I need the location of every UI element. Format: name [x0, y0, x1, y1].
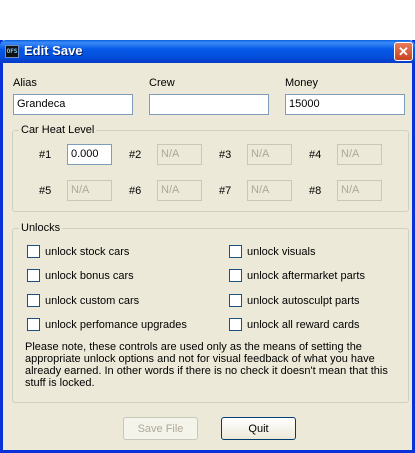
unlock-autosculpt-parts-checkbox[interactable] [229, 294, 242, 307]
car-1-heat-input[interactable]: 0.000 [67, 144, 112, 165]
car-6-heat-input: N/A [157, 180, 202, 201]
crew-label: Crew [149, 77, 175, 89]
car-heat-title: Car Heat Level [19, 124, 97, 136]
car-8-label: #8 [309, 185, 322, 197]
unlock-performance-upgrades-label[interactable]: unlock perfomance upgrades [45, 319, 187, 331]
money-input[interactable]: 15000 [285, 94, 405, 115]
unlock-aftermarket-parts-label[interactable]: unlock aftermarket parts [247, 270, 365, 282]
unlocks-note: Please note, these controls are used onl… [25, 341, 388, 389]
money-label: Money [285, 77, 319, 89]
app-icon: OFS [5, 45, 19, 58]
unlock-all-reward-cards-label[interactable]: unlock all reward cards [247, 319, 360, 331]
crew-input[interactable] [149, 94, 269, 115]
unlock-custom-cars-label[interactable]: unlock custom cars [45, 295, 139, 307]
car-1-label: #1 [39, 149, 52, 161]
unlock-autosculpt-parts-label[interactable]: unlock autosculpt parts [247, 295, 360, 307]
car-7-label: #7 [219, 185, 232, 197]
car-4-heat-input: N/A [337, 144, 382, 165]
car-2-heat-input: N/A [157, 144, 202, 165]
car-3-label: #3 [219, 149, 232, 161]
unlock-visuals-checkbox[interactable] [229, 245, 242, 258]
save-file-button[interactable]: Save File [123, 417, 198, 440]
unlock-all-reward-cards-checkbox[interactable] [229, 318, 242, 331]
car-5-label: #5 [39, 185, 52, 197]
unlock-aftermarket-parts-checkbox[interactable] [229, 269, 242, 282]
car-3-heat-input: N/A [247, 144, 292, 165]
window-title: Edit Save [24, 43, 83, 58]
edit-save-window: OFS Edit Save ✕ Alias Grandeca Crew Mone… [0, 40, 415, 453]
car-2-label: #2 [129, 149, 142, 161]
car-5-heat-input: N/A [67, 180, 112, 201]
car-6-label: #6 [129, 185, 142, 197]
alias-label: Alias [13, 77, 37, 89]
unlock-custom-cars-checkbox[interactable] [27, 294, 40, 307]
unlock-stock-cars-label[interactable]: unlock stock cars [45, 246, 129, 258]
unlock-bonus-cars-label[interactable]: unlock bonus cars [45, 270, 134, 282]
car-4-label: #4 [309, 149, 322, 161]
unlock-performance-upgrades-checkbox[interactable] [27, 318, 40, 331]
unlock-bonus-cars-checkbox[interactable] [27, 269, 40, 282]
unlock-stock-cars-checkbox[interactable] [27, 245, 40, 258]
quit-button[interactable]: Quit [221, 417, 296, 440]
alias-input[interactable]: Grandeca [13, 94, 133, 115]
car-7-heat-input: N/A [247, 180, 292, 201]
car-8-heat-input: N/A [337, 180, 382, 201]
title-bar[interactable]: OFS Edit Save ✕ [0, 40, 415, 63]
close-button[interactable]: ✕ [394, 42, 413, 61]
unlocks-title: Unlocks [19, 222, 63, 234]
unlock-visuals-label[interactable]: unlock visuals [247, 246, 315, 258]
close-icon: ✕ [398, 44, 409, 59]
